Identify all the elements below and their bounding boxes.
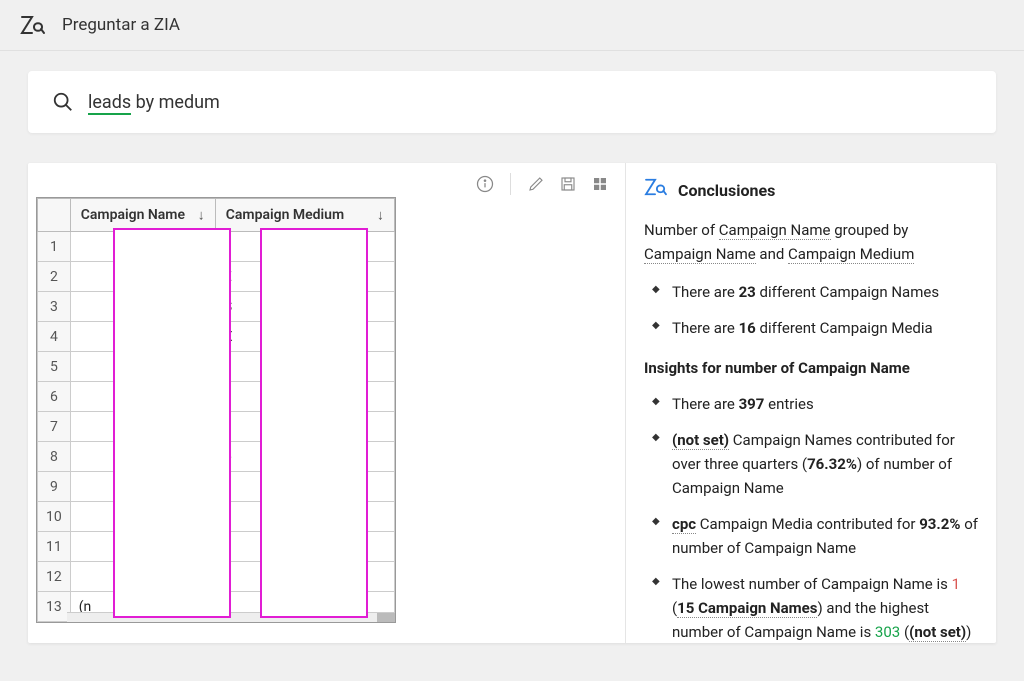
row-number: 7 [38,412,71,442]
cell-campaign-name [70,502,215,532]
result-toolbar [474,173,611,195]
table-row[interactable]: 11 r [38,532,395,562]
search-icon [52,91,74,113]
result-card: Campaign Name↓ Campaign Medium↓ 12E3S4X5… [28,163,996,643]
conclusions-intro: Number of Campaign Name grouped by Campa… [644,218,978,266]
cell-campaign-name [70,292,215,322]
search-section: leads by medum [0,51,1024,163]
page-title: Preguntar a ZIA [62,15,180,35]
insight-bullet: There are 397 entries [652,392,978,416]
cell-campaign-medium: c [215,382,394,412]
cell-campaign-medium: r [215,532,394,562]
scrollbar-thumb[interactable] [377,613,395,622]
row-number: 4 [38,322,71,352]
cell-campaign-name [70,562,215,592]
zia-logo-icon [20,14,46,36]
cell-campaign-medium: p [215,472,394,502]
row-number: 2 [38,262,71,292]
cell-campaign-medium: X [215,322,394,352]
row-number: 8 [38,442,71,472]
row-number: 13 [38,592,71,622]
summary-bullet: There are 23 different Campaign Names [652,280,978,304]
rownum-header [38,199,71,232]
cell-campaign-name [70,382,215,412]
result-left-panel: Campaign Name↓ Campaign Medium↓ 12E3S4X5… [28,163,626,643]
grid-view-icon[interactable] [589,173,611,195]
table-row[interactable]: 2E [38,262,395,292]
row-number: 6 [38,382,71,412]
table-scrollbar[interactable] [67,612,395,622]
table-row[interactable]: 8o [38,442,395,472]
conclusions-panel: Conclusiones Number of Campaign Name gro… [626,163,996,643]
info-icon[interactable] [474,173,496,195]
table-row[interactable]: 9p [38,472,395,502]
row-number: 1 [38,232,71,262]
row-number: 3 [38,292,71,322]
summary-bullet: There are 16 different Campaign Media [652,316,978,340]
cell-campaign-name [70,352,215,382]
data-table: Campaign Name↓ Campaign Medium↓ 12E3S4X5… [36,197,396,623]
row-number: 9 [38,472,71,502]
cell-campaign-name [70,472,215,502]
insight-bullet: (not set) Campaign Names contributed for… [652,428,978,500]
row-number: 5 [38,352,71,382]
cell-campaign-name [70,232,215,262]
insight-bullet: The lowest number of Campaign Name is 1 … [652,572,978,643]
col-header-campaign-medium[interactable]: Campaign Medium↓ [215,199,394,232]
table-row[interactable]: 1 [38,232,395,262]
cell-campaign-medium: S [215,292,394,322]
search-query: leads by medum [88,92,220,113]
insights-heading: Insights for number of Campaign Name [644,356,978,380]
cell-campaign-name [70,322,215,352]
row-number: 11 [38,532,71,562]
cell-campaign-medium: a [215,352,394,382]
row-number: 14 [38,622,71,624]
table-row[interactable]: 12 s [38,562,395,592]
table-row[interactable]: 7c [38,412,395,442]
cell-campaign-medium: c [215,412,394,442]
insight-bullet: cpc Campaign Media contributed for 93.2%… [652,512,978,560]
row-number: 12 [38,562,71,592]
cell-campaign-name [70,412,215,442]
save-icon[interactable] [557,173,579,195]
cell-campaign-medium: r [215,502,394,532]
table-row[interactable]: 10 r [38,502,395,532]
search-box[interactable]: leads by medum [28,71,996,133]
edit-icon[interactable] [525,173,547,195]
col-header-campaign-name[interactable]: Campaign Name↓ [70,199,215,232]
table-row[interactable]: 3S [38,292,395,322]
table-row[interactable]: 6c [38,382,395,412]
cell-campaign-medium: s [215,562,394,592]
cell-campaign-medium: o [215,442,394,472]
table-row[interactable]: 4X [38,322,395,352]
conclusions-heading: Conclusiones [678,178,775,204]
row-number: 10 [38,502,71,532]
cell-campaign-medium [215,232,394,262]
cell-campaign-name [70,442,215,472]
toolbar-divider [510,173,511,195]
cell-campaign-medium: E [215,262,394,292]
table-row[interactable]: 5a [38,352,395,382]
cell-campaign-name [70,262,215,292]
app-header: Preguntar a ZIA [0,0,1024,51]
cell-campaign-name [70,532,215,562]
zia-logo-small-icon [644,177,668,204]
